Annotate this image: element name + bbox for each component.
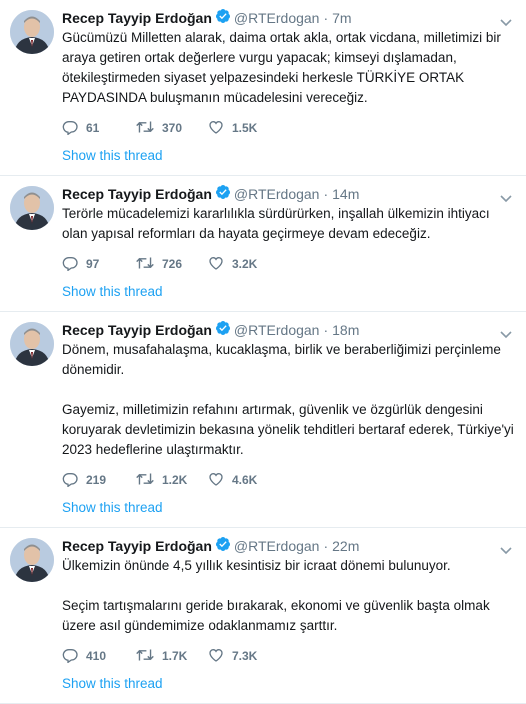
tweet-paragraph: Ülkemizin önünde 4,5 yıllık kesintisiz b…	[62, 558, 451, 573]
retweet-count: 1.2K	[162, 473, 188, 487]
retweet-button[interactable]: 726	[136, 255, 208, 274]
reply-icon	[62, 119, 78, 138]
author-name[interactable]: Recep Tayyip Erdoğan	[62, 536, 212, 556]
tweet-actions: 410 1.7K 7.3K	[62, 646, 516, 666]
author-handle[interactable]: @RTErdogan	[234, 8, 320, 28]
retweet-count: 370	[162, 121, 183, 135]
like-count: 3.2K	[232, 257, 258, 271]
avatar[interactable]	[10, 538, 54, 582]
heart-icon	[208, 119, 224, 138]
like-button[interactable]: 1.5K	[208, 119, 288, 138]
timestamp[interactable]: 18m	[332, 320, 359, 340]
show-thread-link[interactable]: Show this thread	[62, 490, 516, 527]
like-button[interactable]: 7.3K	[208, 647, 288, 666]
tweet-paragraph: Gücümüzü Milletten alarak, daima ortak a…	[62, 30, 501, 105]
chevron-down-icon[interactable]	[500, 326, 512, 339]
show-thread-link[interactable]: Show this thread	[62, 666, 516, 703]
retweet-count: 726	[162, 257, 183, 271]
retweet-icon	[136, 119, 154, 138]
retweet-count: 1.7K	[162, 649, 188, 663]
like-button[interactable]: 4.6K	[208, 471, 288, 490]
verified-badge-icon	[215, 8, 231, 29]
retweet-button[interactable]: 370	[136, 119, 208, 138]
retweet-button[interactable]: 1.2K	[136, 471, 208, 490]
author-handle[interactable]: @RTErdogan	[234, 536, 320, 556]
retweet-icon	[136, 471, 154, 490]
tweet-text: Gücümüzü Milletten alarak, daima ortak a…	[62, 28, 516, 108]
show-thread-link[interactable]: Show this thread	[62, 274, 516, 311]
avatar[interactable]	[10, 186, 54, 230]
reply-button[interactable]: 410	[62, 647, 136, 666]
heart-icon	[208, 471, 224, 490]
reply-count: 97	[86, 257, 100, 271]
tweet-paragraph: Seçim tartışmalarını geride bırakarak, e…	[62, 598, 490, 633]
reply-count: 219	[86, 473, 107, 487]
author-name[interactable]: Recep Tayyip Erdoğan	[62, 8, 212, 28]
verified-badge-icon	[215, 536, 231, 557]
tweet[interactable]: Recep Tayyip Erdoğan @RTErdogan · 14m Te…	[0, 176, 526, 312]
tweet[interactable]: Recep Tayyip Erdoğan @RTErdogan · 18m Dö…	[0, 312, 526, 528]
author-handle[interactable]: @RTErdogan	[234, 320, 320, 340]
author-handle[interactable]: @RTErdogan	[234, 184, 320, 204]
chevron-down-icon[interactable]	[500, 542, 512, 555]
tweet-paragraph: Dönem, musafahalaşma, kucaklaşma, birlik…	[62, 342, 501, 377]
like-count: 1.5K	[232, 121, 258, 135]
like-count: 4.6K	[232, 473, 258, 487]
tweet-actions: 61 370 1.5K	[62, 118, 516, 138]
show-thread-link[interactable]: Show this thread	[62, 138, 516, 175]
like-button[interactable]: 3.2K	[208, 255, 288, 274]
avatar[interactable]	[10, 10, 54, 54]
author-name[interactable]: Recep Tayyip Erdoğan	[62, 320, 212, 340]
tweet-text: Terörle mücadelemizi kararlılıkla sürdür…	[62, 204, 516, 244]
like-count: 7.3K	[232, 649, 258, 663]
chevron-down-icon[interactable]	[500, 14, 512, 27]
chevron-down-icon[interactable]	[500, 190, 512, 203]
retweet-icon	[136, 647, 154, 666]
tweet-text: Dönem, musafahalaşma, kucaklaşma, birlik…	[62, 340, 516, 460]
tweet-text: Ülkemizin önünde 4,5 yıllık kesintisiz b…	[62, 556, 516, 636]
verified-badge-icon	[215, 184, 231, 205]
reply-count: 61	[86, 121, 100, 135]
tweet-feed: Recep Tayyip Erdoğan @RTErdogan · 7m Güc…	[0, 0, 526, 704]
heart-icon	[208, 255, 224, 274]
reply-button[interactable]: 97	[62, 255, 136, 274]
heart-icon	[208, 647, 224, 666]
timestamp[interactable]: 7m	[332, 8, 351, 28]
separator-dot: ·	[323, 10, 329, 26]
retweet-button[interactable]: 1.7K	[136, 647, 208, 666]
timestamp[interactable]: 22m	[332, 536, 359, 556]
reply-button[interactable]: 219	[62, 471, 136, 490]
reply-icon	[62, 471, 78, 490]
tweet-actions: 219 1.2K 4.6K	[62, 470, 516, 490]
tweet-paragraph: Terörle mücadelemizi kararlılıkla sürdür…	[62, 206, 490, 241]
separator-dot: ·	[323, 186, 329, 202]
tweet-paragraph: Gayemiz, milletimizin refahını artırmak,…	[62, 402, 514, 457]
separator-dot: ·	[323, 322, 329, 338]
avatar[interactable]	[10, 322, 54, 366]
separator-dot: ·	[323, 538, 329, 554]
reply-icon	[62, 255, 78, 274]
reply-button[interactable]: 61	[62, 119, 136, 138]
author-name[interactable]: Recep Tayyip Erdoğan	[62, 184, 212, 204]
tweet[interactable]: Recep Tayyip Erdoğan @RTErdogan · 7m Güc…	[0, 0, 526, 176]
reply-count: 410	[86, 649, 107, 663]
timestamp[interactable]: 14m	[332, 184, 359, 204]
verified-badge-icon	[215, 320, 231, 341]
tweet[interactable]: Recep Tayyip Erdoğan @RTErdogan · 22m Ül…	[0, 528, 526, 704]
retweet-icon	[136, 255, 154, 274]
tweet-actions: 97 726 3.2K	[62, 254, 516, 274]
reply-icon	[62, 647, 78, 666]
